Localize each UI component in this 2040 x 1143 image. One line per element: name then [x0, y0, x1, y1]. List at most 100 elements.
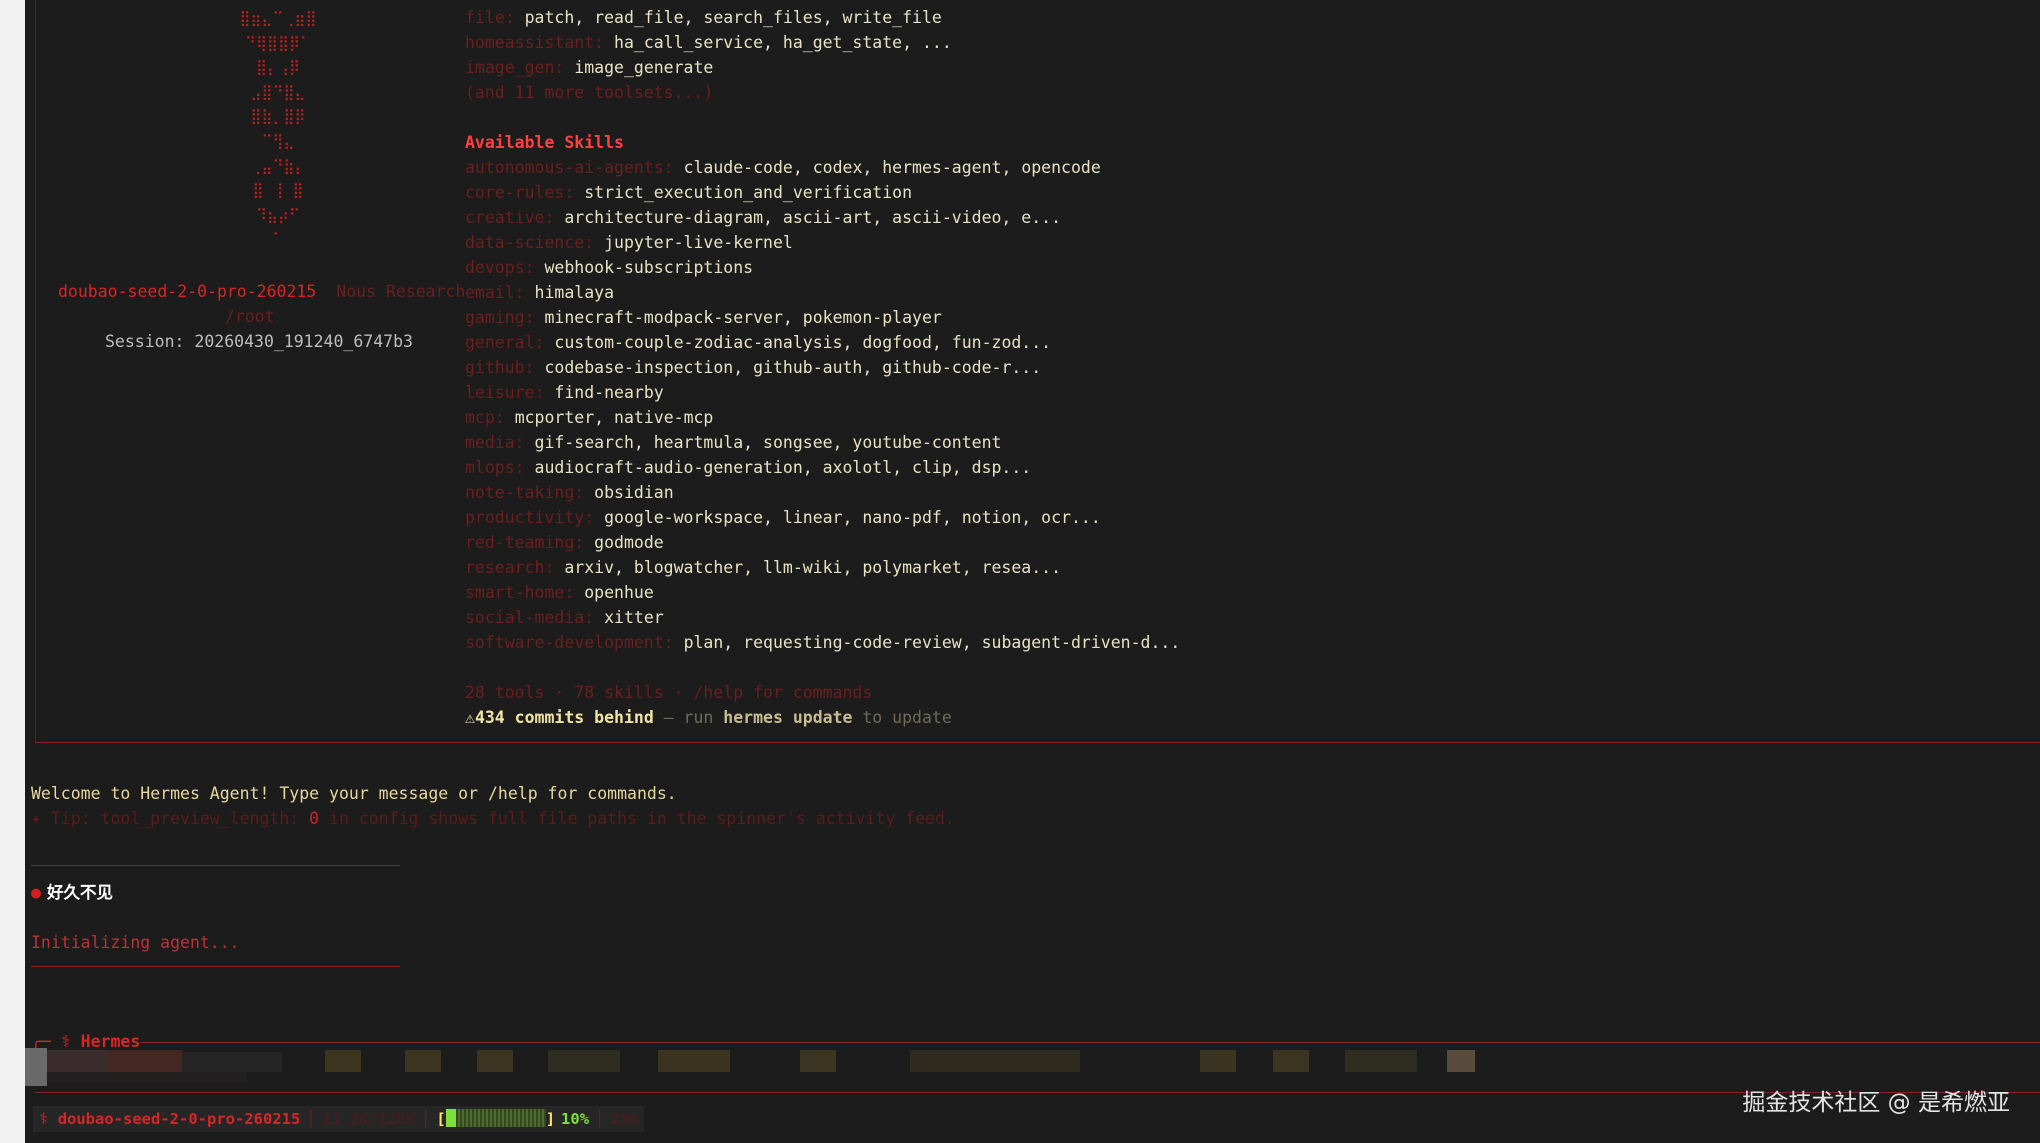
banner-org-name: Nous Research — [336, 282, 466, 301]
status-separator: │ — [306, 1110, 316, 1128]
pixel-block — [325, 1050, 361, 1072]
watermark: 掘金技术社区 @ 是希燃亚 — [1742, 1090, 2010, 1116]
toolset-row: homeassistant: ha_call_service, ha_get_s… — [465, 30, 1180, 55]
skill-name: red-teaming: — [465, 533, 585, 552]
toolset-items: ha_call_service, ha_get_state, ... — [614, 33, 952, 52]
skill-row: smart-home: openhue — [465, 580, 1180, 605]
skill-name: mcp: — [465, 408, 505, 427]
art-line: ⠉⢻⣄ — [261, 131, 295, 150]
skill-name: media: — [465, 433, 525, 452]
art-line: ⠙⢿⣿⣿⡿⠁ — [245, 33, 311, 52]
context-progress-bar — [445, 1109, 546, 1127]
hermes-response-border — [140, 1042, 2040, 1043]
skill-name: core-rules: — [465, 183, 575, 202]
skill-name: general: — [465, 333, 545, 352]
context-progress-fill — [445, 1109, 456, 1127]
skill-name: productivity: — [465, 508, 595, 527]
skill-name: creative: — [465, 208, 555, 227]
skill-items: gif-search, heartmula, songsee, youtube-… — [534, 433, 1002, 452]
skill-row: devops: webhook-subscriptions — [465, 255, 1180, 280]
skill-items: plan, requesting-code-review, subagent-d… — [683, 633, 1181, 652]
skill-items: himalaya — [534, 283, 615, 302]
toolset-name: image_gen: — [465, 58, 565, 77]
skills-heading: Available Skills — [465, 133, 624, 152]
skill-items: obsidian — [594, 483, 674, 502]
skill-name: smart-home: — [465, 583, 575, 602]
skill-items: google-workspace, linear, nano-pdf, noti… — [604, 508, 1101, 527]
pixel-block — [658, 1050, 730, 1072]
skill-name: social-media: — [465, 608, 595, 627]
user-message: ● 好久不见 — [31, 880, 113, 905]
skill-items: find-nearby — [554, 383, 664, 402]
input-border-bottom — [35, 1092, 2040, 1093]
banner-border-bottom — [35, 742, 2040, 743]
skill-row: gaming: minecraft-modpack-server, pokemo… — [465, 305, 1180, 330]
skill-row: autonomous-ai-agents: claude-code, codex… — [465, 155, 1180, 180]
input-cursor-block — [25, 1048, 47, 1086]
pixel-block — [107, 1050, 182, 1072]
toolsets-list: file: patch, read_file, search_files, wr… — [465, 5, 1180, 80]
hermes-icon: ⚕ — [39, 1110, 49, 1128]
art-line: ⣿⣷⡀⣿⡿ — [250, 107, 306, 126]
banner-session-id: Session: 20260430_191240_6747b3 — [105, 332, 413, 351]
skill-items: audiocraft-audio-generation, axolotl, cl… — [534, 458, 1032, 477]
toolsets-more: (and 11 more toolsets...) — [465, 83, 714, 102]
skill-name: note-taking: — [465, 483, 585, 502]
progress-bracket-open: [ — [436, 1110, 446, 1128]
art-line: ⣠⣿⠙⣿⣄ — [250, 82, 306, 101]
tip-prefix: ✦ Tip: tool_preview_length: — [31, 809, 310, 828]
skill-row: note-taking: obsidian — [465, 480, 1180, 505]
commits-behind: 434 commits behind — [474, 708, 654, 727]
welcome-message: Welcome to Hermes Agent! Type your messa… — [31, 784, 677, 803]
skills-list: autonomous-ai-agents: claude-code, codex… — [465, 155, 1180, 655]
skill-items: strict_execution_and_verification — [584, 183, 913, 202]
pixel-block — [1447, 1050, 1475, 1072]
status-separator: │ — [595, 1110, 605, 1128]
tools-summary: 28 tools · 78 skills · /help for command… — [465, 683, 873, 702]
user-message-text: 好久不见 — [46, 883, 113, 902]
skill-row: software-development: plan, requesting-c… — [465, 630, 1180, 655]
toolset-row: file: patch, read_file, search_files, wr… — [465, 5, 1180, 30]
toolset-name: file: — [465, 8, 515, 27]
terminal-window[interactable]: ⣿⣶⣄⠉⢀⣶⣿ ⠙⢿⣿⣿⡿⠁ ⣿⡄⢠⡿ ⣠⣿⠙⣿⣄ ⣿⣷⡀⣿⡿ ⠉⢻⣄ ⢀⣤⠙⣷⡄ ⣿ ⢸ ⣿… — [25, 0, 2040, 1143]
progress-bracket-close: ] — [545, 1110, 556, 1128]
art-line: ⣿ ⢸ ⣿ — [252, 181, 304, 200]
pixel-block — [548, 1050, 620, 1072]
update-command: hermes update — [723, 708, 853, 727]
pixel-block — [1200, 1050, 1236, 1072]
skill-name: devops: — [465, 258, 535, 277]
elapsed-time: 28m — [610, 1110, 639, 1128]
skill-row: github: codebase-inspection, github-auth… — [465, 355, 1180, 380]
status-separator: │ — [421, 1110, 431, 1128]
pixel-block — [405, 1050, 441, 1072]
skill-name: gaming: — [465, 308, 535, 327]
tip-value: 0 — [309, 809, 320, 828]
banner-cwd: /root — [225, 307, 275, 326]
toolset-name: homeassistant: — [465, 33, 605, 52]
tip-suffix: in config shows full file paths in the s… — [319, 809, 955, 828]
skill-items: claude-code, codex, hermes-agent, openco… — [683, 158, 1101, 177]
skill-name: software-development: — [465, 633, 674, 652]
art-line: ⢀⣤⠙⣷⡄ — [250, 156, 306, 175]
banner-model-name: doubao-seed-2-0-pro-260215 — [58, 282, 317, 301]
skill-items: arxiv, blogwatcher, llm-wiki, polymarket… — [564, 558, 1062, 577]
skill-items: mcporter, native-mcp — [514, 408, 714, 427]
skill-name: leisure: — [465, 383, 545, 402]
skill-name: data-science: — [465, 233, 595, 252]
banner-border-left — [35, 0, 36, 742]
skill-row: research: arxiv, blogwatcher, llm-wiki, … — [465, 555, 1180, 580]
pixel-block — [47, 1072, 247, 1082]
skill-name: email: — [465, 283, 525, 302]
toolset-items: image_generate — [574, 58, 714, 77]
pixel-block — [182, 1052, 282, 1072]
pixel-block — [910, 1050, 1080, 1072]
skill-items: minecraft-modpack-server, pokemon-player — [544, 308, 942, 327]
pixel-block — [1345, 1050, 1417, 1072]
skill-items: webhook-subscriptions — [544, 258, 754, 277]
update-tail-text: to update — [852, 708, 952, 727]
window-left-edge — [0, 0, 25, 1143]
input-area-pixelated[interactable] — [25, 1048, 1485, 1086]
skill-items: architecture-diagram, ascii-art, ascii-v… — [564, 208, 1062, 227]
